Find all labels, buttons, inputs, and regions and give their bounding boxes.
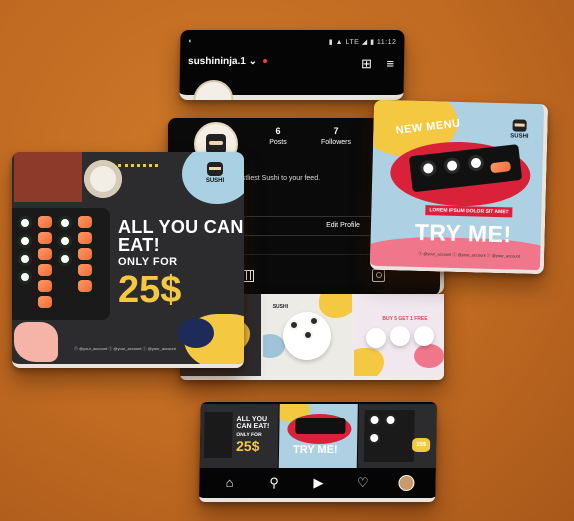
notification-dot [262, 59, 267, 64]
decor-swirl [118, 164, 158, 184]
post-thumbnail[interactable]: ALL YOU CAN EAT! ONLY FOR 25$ [199, 404, 279, 470]
chevron-down-icon: ⌄ [248, 56, 258, 67]
post-price: 25$ [118, 269, 182, 311]
sushi-tray-image [295, 418, 346, 434]
plate-image [366, 328, 387, 348]
decor-blob [318, 294, 353, 318]
sushi-tray-image [203, 412, 233, 458]
decor-blob [262, 334, 285, 358]
thumb-try-me: TRY ME! [292, 444, 338, 456]
home-icon[interactable]: ⌂ [220, 474, 238, 492]
followers-count: 7 [333, 126, 339, 136]
decor-blob [414, 344, 444, 368]
profile-bio: ...stliest Sushi to your feed. [236, 175, 321, 182]
heart-icon[interactable]: ♡ [354, 474, 372, 492]
ginger-image [14, 322, 58, 362]
profile-header-panel: ◐ ▮ ▲ LTE ◢ ▮ 11:12 sushininja.1 ⌄ ⊞ ≡ [179, 30, 405, 100]
posts-label: Posts [269, 139, 287, 146]
posts-count: 6 [275, 126, 281, 136]
plate-image [282, 312, 331, 360]
reels-icon[interactable]: ▶ [309, 474, 327, 492]
tagline-bar: LOREM IPSUM DOLOR SIT AMET [425, 205, 513, 218]
sushi-roll [288, 320, 299, 330]
social-handles: ⓕ @your_account ⓣ @your_account ⓘ @your_… [74, 346, 176, 351]
post-thumbnail[interactable]: SUSHI [262, 294, 353, 376]
sushi-roll [302, 330, 313, 340]
bottom-nav: ⌂ ⚲ ▶ ♡ [199, 468, 436, 498]
thumb-price: 25$ [235, 438, 260, 454]
followers-label: Followers [321, 139, 351, 146]
post-thumbnail[interactable]: TRY ME! [278, 404, 358, 470]
rice-bowl-image [84, 160, 122, 198]
sushi-roll [308, 316, 319, 326]
plate-image [414, 326, 435, 346]
status-bar-info: ▮ ▲ LTE ◢ ▮ 11:12 [328, 39, 397, 46]
try-me-heading: TRY ME! [414, 218, 512, 248]
promo-label: BUY 5 GET 1 FREE [382, 316, 428, 322]
decor-blob [178, 318, 214, 348]
menu-icon[interactable]: ≡ [386, 56, 394, 71]
post-subheadline: ONLY FOR [118, 256, 178, 268]
profile-avatar-icon[interactable] [398, 475, 415, 491]
account-switcher[interactable]: sushininja.1 ⌄ [188, 56, 267, 67]
post-thumbnail[interactable]: BUY 5 GET 1 FREE [354, 294, 444, 376]
sushi-logo: SUSHI [505, 119, 534, 140]
followers-stat[interactable]: 7 Followers [314, 126, 358, 146]
post-thumbnail[interactable]: 15$ [357, 404, 437, 470]
ninja-logo-icon [206, 134, 226, 154]
sushi-tray-image [12, 208, 110, 320]
avatar-peek [193, 80, 234, 100]
post-headline: ALL YOU CAN EAT! [118, 217, 244, 255]
header-actions: ⊞ ≡ [361, 56, 394, 72]
status-indicator-icon: ◐ [188, 38, 193, 45]
thumb-headline: ALL YOU CAN EAT! [236, 416, 270, 430]
posts-stat[interactable]: 6 Posts [256, 126, 300, 146]
plate-image [390, 326, 411, 346]
thumb-price: 15$ [412, 438, 431, 452]
new-post-icon[interactable]: ⊞ [361, 56, 372, 71]
feed-thumbnails: ALL YOU CAN EAT! ONLY FOR 25$ TRY ME! 15… [199, 404, 437, 470]
new-menu-post[interactable]: NEW MENU SUSHI LOREM IPSUM DOLOR SIT AME… [369, 99, 549, 275]
sushi-logo: SUSHI [200, 162, 230, 184]
logo-text: SUSHI [510, 133, 529, 140]
username-label: sushininja.1 [187, 56, 246, 67]
ninja-logo-icon [207, 162, 223, 176]
search-icon[interactable]: ⚲ [265, 474, 283, 492]
feed-preview-phone: ALL YOU CAN EAT! ONLY FOR 25$ TRY ME! 15… [199, 402, 437, 502]
all-you-can-eat-post[interactable]: SUSHI ALL YOU CAN EAT! ONLY FOR 25$ ⓕ @y… [12, 152, 244, 368]
sushi-box-image [14, 152, 82, 202]
status-bar: ◐ ▮ ▲ LTE ◢ ▮ 11:12 [188, 38, 396, 48]
decor-blob [354, 348, 385, 376]
logo-text: SUSHI [205, 178, 225, 184]
ninja-logo-icon [512, 119, 527, 132]
tagged-posts-icon[interactable] [372, 269, 385, 282]
tile-logo-label: SUSHI [272, 304, 288, 310]
